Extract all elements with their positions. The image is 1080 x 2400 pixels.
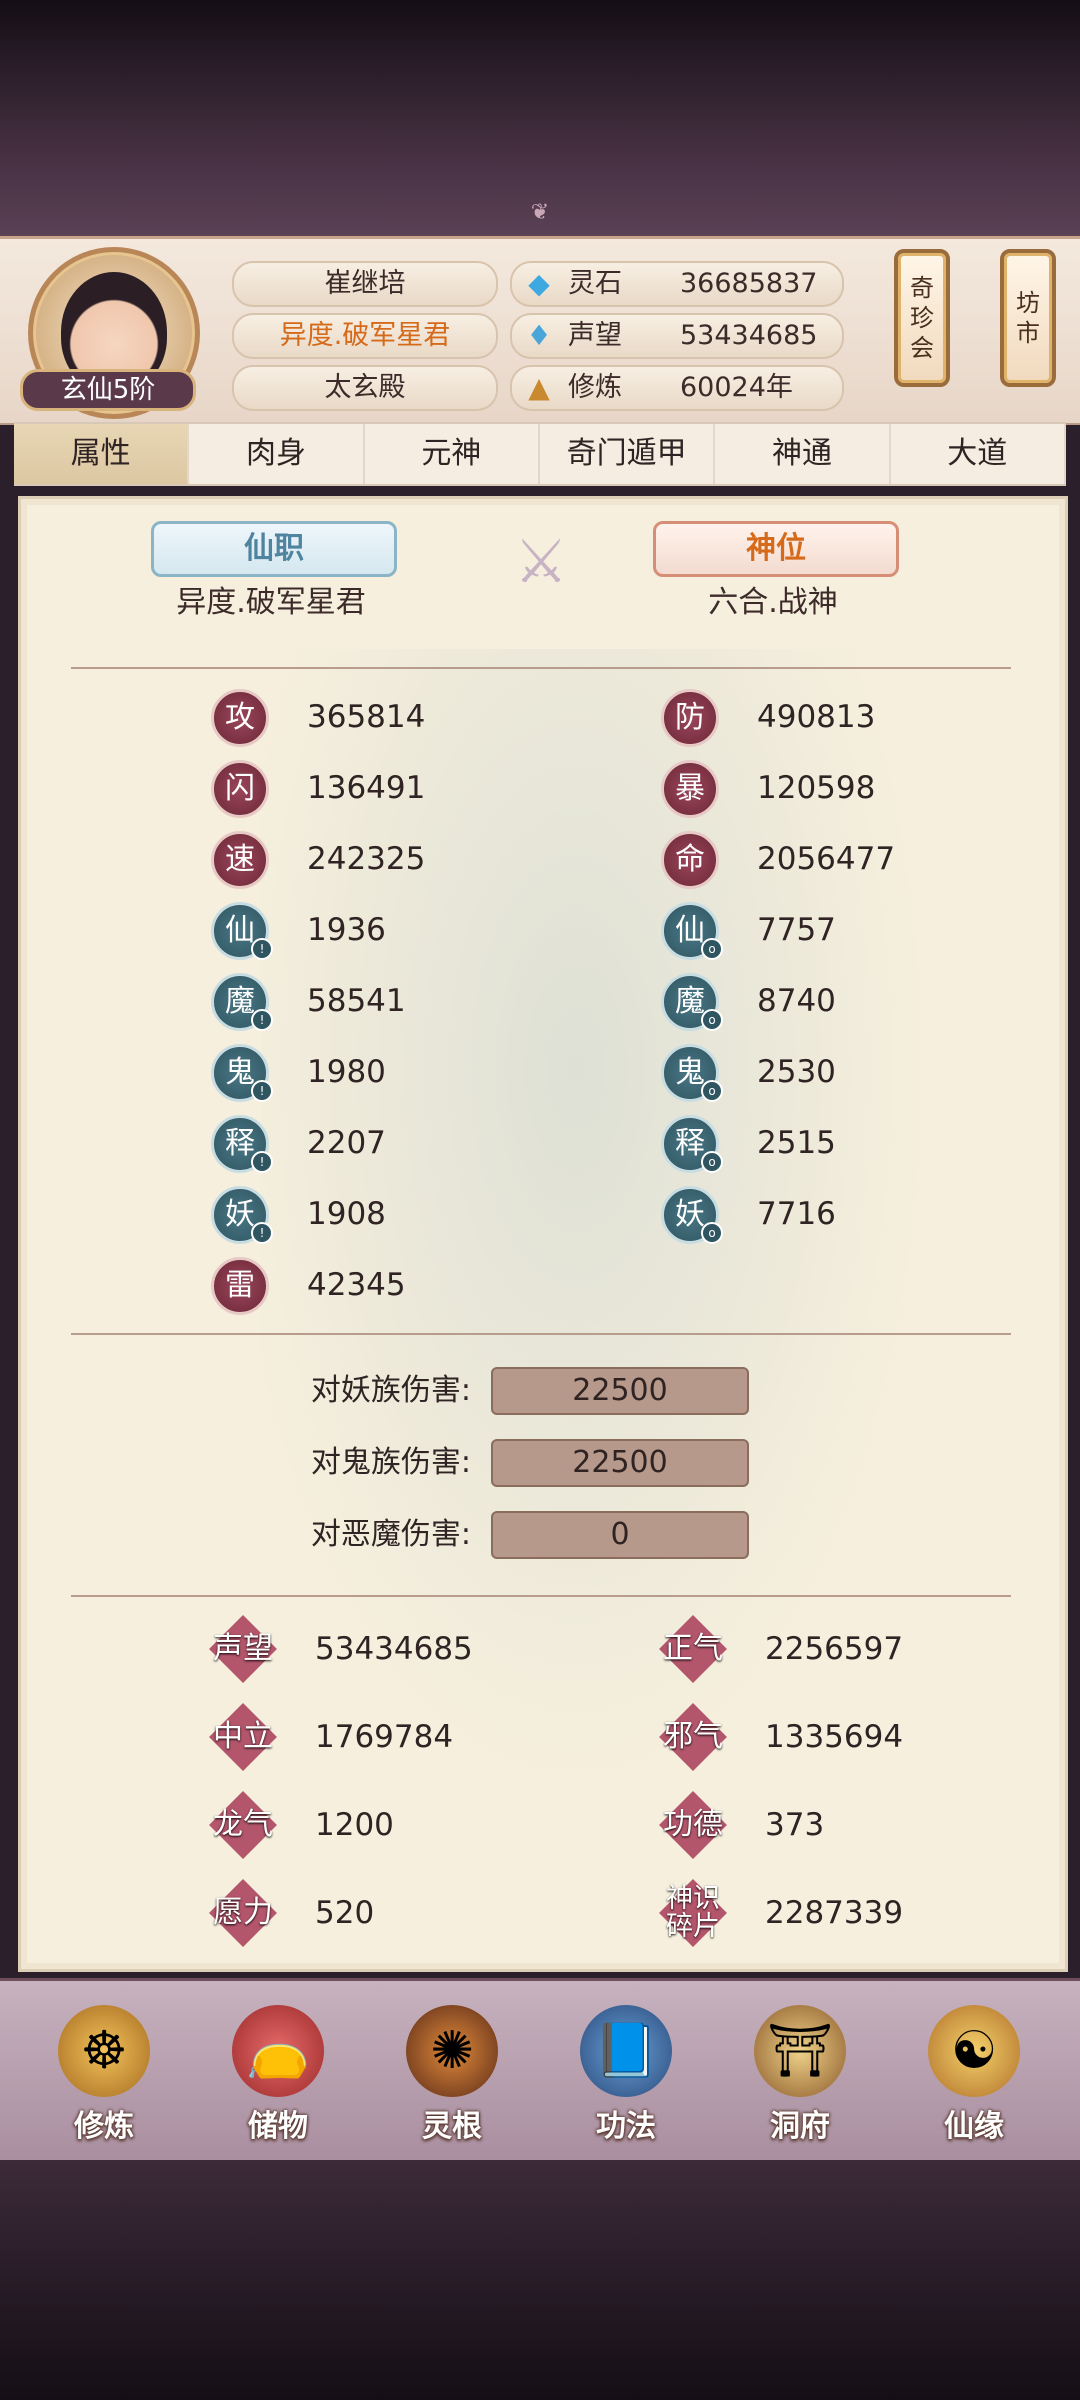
divine-rank-section: 神位 [633, 521, 913, 577]
nav-cultivate[interactable]: ☸ 修炼 [34, 1995, 174, 2155]
shield-marker-icon: o [701, 1080, 723, 1102]
shield-marker-icon: o [701, 1009, 723, 1031]
player-sect: 太玄殿 [232, 365, 498, 411]
market-button[interactable]: 坊 市 [1000, 249, 1056, 387]
immortal-post-title[interactable]: 仙职 [151, 521, 397, 577]
tab-qimen[interactable]: 奇门遁甲 [540, 424, 716, 484]
divider [71, 667, 1011, 669]
resource-cultivation: ▲ 修炼 60024年 [510, 365, 844, 411]
attack-marker-icon: ! [251, 938, 273, 960]
nav-techniques[interactable]: 📘 功法 [556, 1995, 696, 2155]
nav-cave-dwelling[interactable]: ⛩ 洞府 [730, 1995, 870, 2155]
treasure-meeting-button[interactable]: 奇 珍 会 [894, 249, 950, 387]
player-header: 玄仙5阶 崔继培 异度.破军星君 太玄殿 ◆ 灵石 36685837 ♦ 声望 … [0, 236, 1080, 425]
tab-bar: 属性 肉身 元神 奇门遁甲 神通 大道 [14, 422, 1066, 486]
divine-rank-title[interactable]: 神位 [653, 521, 899, 577]
crossed-swords-icon: ⚔ [514, 527, 568, 597]
divider [71, 1333, 1011, 1335]
attributes-panel: 仙职 异度.破军星君 ⚔ 神位 六合.战神 攻 365814 闪 136491 … [18, 496, 1068, 1972]
meditation-icon: ▲ [528, 371, 550, 404]
nav-spirit-root[interactable]: ✺ 灵根 [382, 1995, 522, 2155]
bottom-navigation: ☸ 修炼 👝 储物 ✺ 灵根 📘 功法 ⛩ 洞府 ☯ 仙缘 [0, 1978, 1080, 2164]
immortal-post-value: 异度.破军星君 [176, 585, 366, 620]
tab-body[interactable]: 肉身 [189, 424, 365, 484]
attack-marker-icon: ! [251, 1222, 273, 1244]
resource-spirit-stone: ◆ 灵石 36685837 [510, 261, 844, 307]
prestige-drop-icon: ♦ [526, 319, 552, 352]
top-ornament: ❦ [530, 200, 550, 225]
shield-marker-icon: o [701, 1151, 723, 1173]
scripture-book-icon: 📘 [580, 2005, 672, 2097]
bottom-background [0, 2160, 1080, 2400]
tab-attributes[interactable]: 属性 [14, 424, 190, 484]
nav-storage[interactable]: 👝 储物 [208, 1995, 348, 2155]
monk-icon: ☸ [58, 2005, 150, 2097]
gourd-icon: ☯ [928, 2005, 1020, 2097]
nav-fate[interactable]: ☯ 仙缘 [904, 1995, 1044, 2155]
tab-powers[interactable]: 神通 [715, 424, 891, 484]
treasure-bag-icon: 👝 [232, 2005, 324, 2097]
player-name: 崔继培 [232, 261, 498, 307]
cave-palace-icon: ⛩ [754, 2005, 846, 2097]
tab-dao[interactable]: 大道 [891, 424, 1066, 484]
spirit-stone-icon: ◆ [528, 267, 550, 300]
resource-prestige: ♦ 声望 53434685 [510, 313, 844, 359]
shield-marker-icon: o [701, 938, 723, 960]
attack-marker-icon: ! [251, 1080, 273, 1102]
divider [71, 1595, 1011, 1597]
attack-marker-icon: ! [251, 1009, 273, 1031]
avatar-rank-badge: 玄仙5阶 [20, 369, 196, 411]
attack-marker-icon: ! [251, 1151, 273, 1173]
shield-marker-icon: o [701, 1222, 723, 1244]
divine-rank-value: 六合.战神 [708, 585, 838, 620]
tab-spirit[interactable]: 元神 [365, 424, 540, 484]
spirit-root-icon: ✺ [406, 2005, 498, 2097]
immortal-post-section: 仙职 [131, 521, 411, 577]
player-title: 异度.破军星君 [232, 313, 498, 359]
